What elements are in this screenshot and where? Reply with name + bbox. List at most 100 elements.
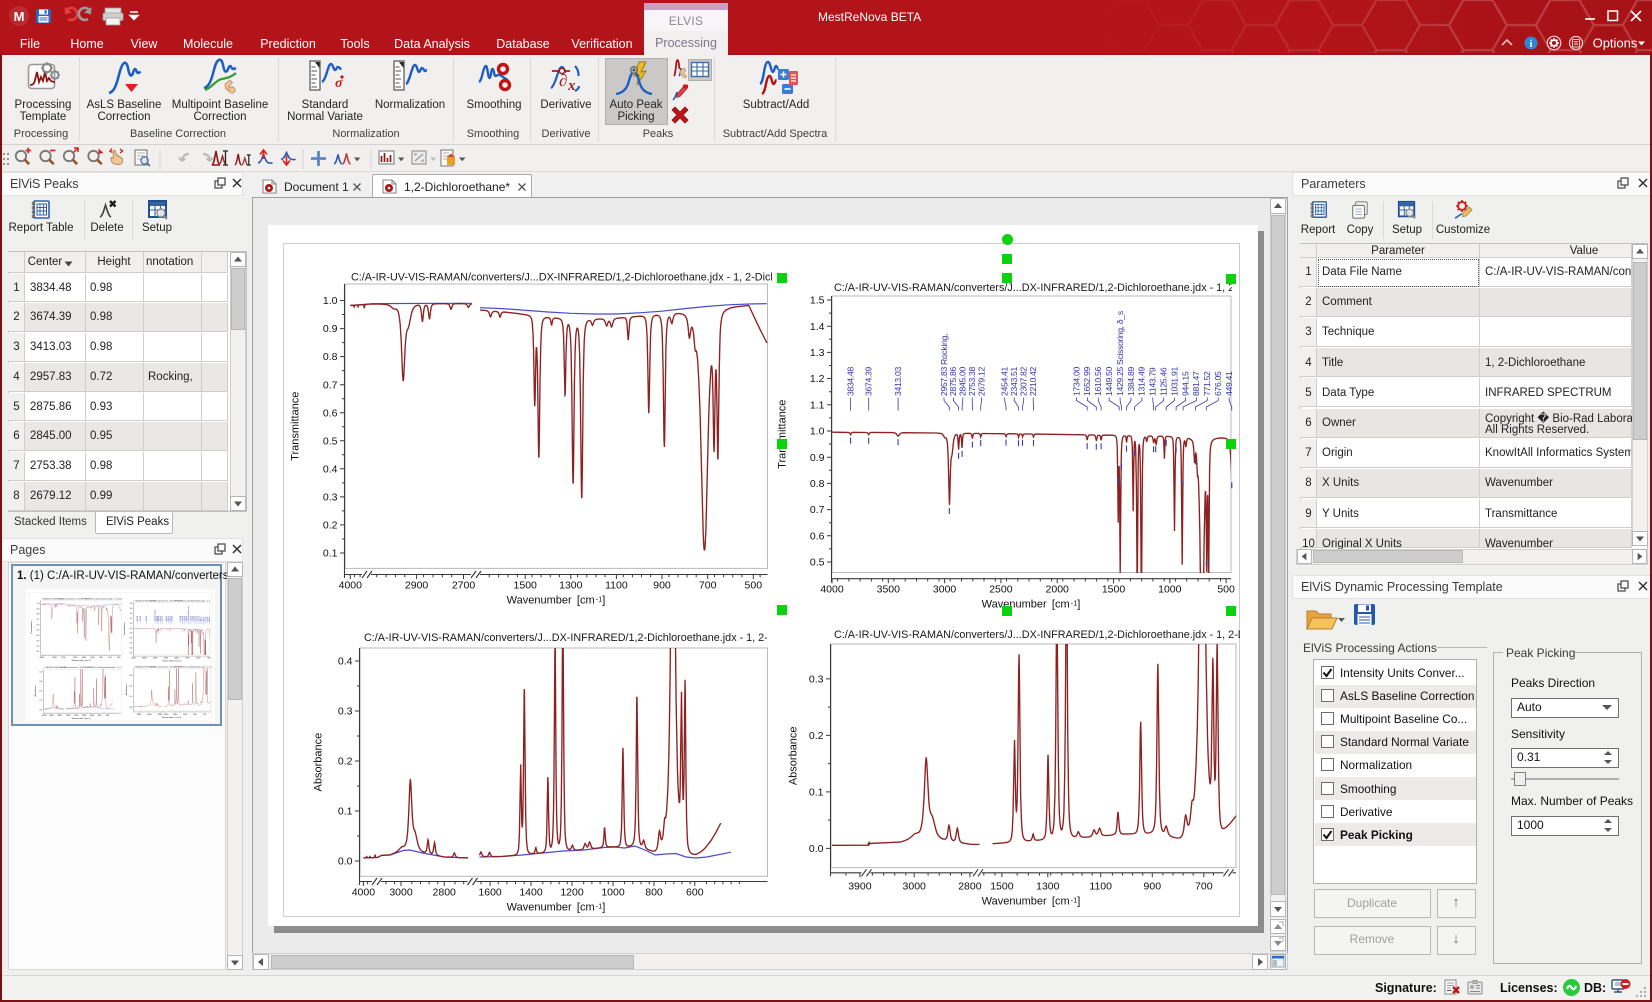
svg-text:0.8: 0.8 bbox=[810, 478, 825, 490]
svg-text:0.2: 0.2 bbox=[809, 730, 824, 742]
svg-text:2700: 2700 bbox=[452, 580, 476, 592]
svg-text:1600: 1600 bbox=[478, 887, 502, 899]
svg-text:Options: Options bbox=[1593, 36, 1638, 51]
svg-text:1.0: 1.0 bbox=[810, 426, 825, 438]
svg-text:2210.42: 2210.42 bbox=[1028, 367, 1038, 396]
svg-text:1449.50: 1449.50 bbox=[1104, 367, 1114, 396]
svg-text:449.41: 449.41 bbox=[1224, 371, 1234, 396]
svg-text:900: 900 bbox=[1144, 881, 1162, 893]
svg-text:3500: 3500 bbox=[877, 584, 901, 596]
svg-text:4000: 4000 bbox=[820, 584, 844, 596]
svg-text:3000: 3000 bbox=[903, 881, 927, 893]
svg-text:Transmittance: Transmittance bbox=[777, 400, 789, 469]
svg-text:500: 500 bbox=[745, 580, 763, 592]
svg-text:1734.00: 1734.00 bbox=[1071, 367, 1081, 396]
svg-text:1652.99: 1652.99 bbox=[1082, 367, 1092, 396]
svg-text:2000: 2000 bbox=[1046, 584, 1070, 596]
svg-text:1100: 1100 bbox=[1089, 881, 1112, 893]
svg-text:0.4: 0.4 bbox=[323, 463, 338, 475]
svg-text:3834.48: 3834.48 bbox=[845, 367, 855, 396]
svg-text:3000: 3000 bbox=[933, 584, 957, 596]
svg-text:900: 900 bbox=[653, 580, 671, 592]
svg-text:2500: 2500 bbox=[989, 584, 1013, 596]
svg-text:1100: 1100 bbox=[605, 580, 628, 592]
svg-text:C:/A-IR-UV-VIS-RAMAN/converter: C:/A-IR-UV-VIS-RAMAN/converters/J...DX-I… bbox=[351, 272, 845, 284]
svg-text:676.05: 676.05 bbox=[1213, 371, 1223, 396]
svg-text:1429.25 Scissoring, δ_s: 1429.25 Scissoring, δ_s bbox=[1115, 311, 1125, 396]
svg-text:1314.49: 1314.49 bbox=[1137, 367, 1147, 396]
svg-text:1500: 1500 bbox=[514, 580, 538, 592]
svg-text:4000: 4000 bbox=[339, 580, 363, 592]
svg-text:500: 500 bbox=[1217, 584, 1235, 596]
svg-text:1610.56: 1610.56 bbox=[1093, 367, 1103, 396]
svg-text:2454.41: 2454.41 bbox=[1000, 367, 1010, 396]
svg-text:0.2: 0.2 bbox=[323, 520, 338, 532]
svg-text:2800: 2800 bbox=[958, 881, 982, 893]
svg-text:4000: 4000 bbox=[352, 887, 376, 899]
svg-text:0.7: 0.7 bbox=[810, 504, 825, 516]
svg-text:1384.89: 1384.89 bbox=[1126, 367, 1136, 396]
svg-text:3413.03: 3413.03 bbox=[893, 367, 903, 396]
svg-text:Absorbance: Absorbance bbox=[788, 726, 800, 785]
svg-text:2343.51: 2343.51 bbox=[1009, 367, 1019, 396]
svg-text:1000: 1000 bbox=[601, 887, 625, 899]
svg-text:0.3: 0.3 bbox=[323, 492, 338, 504]
svg-text:Wavenumber [cm -1]: Wavenumber [cm -1] bbox=[507, 594, 606, 606]
svg-text:1.1: 1.1 bbox=[810, 399, 825, 411]
svg-text:700: 700 bbox=[699, 580, 717, 592]
svg-text:1.0: 1.0 bbox=[323, 295, 338, 307]
svg-text:1031.91: 1031.91 bbox=[1169, 367, 1179, 396]
svg-text:1143.79: 1143.79 bbox=[1148, 367, 1158, 396]
svg-text:2900: 2900 bbox=[405, 580, 429, 592]
svg-text:600: 600 bbox=[686, 887, 704, 899]
svg-text:3674.39: 3674.39 bbox=[864, 367, 874, 396]
svg-text:Absorbance: Absorbance bbox=[313, 733, 325, 792]
svg-text:0.7: 0.7 bbox=[323, 379, 338, 391]
svg-text:0.3: 0.3 bbox=[809, 674, 824, 686]
svg-text:1300: 1300 bbox=[559, 580, 583, 592]
svg-text:0.1: 0.1 bbox=[323, 548, 338, 560]
svg-text:0.5: 0.5 bbox=[810, 557, 825, 569]
svg-text:0.5: 0.5 bbox=[323, 435, 338, 447]
svg-text:1.3: 1.3 bbox=[810, 347, 825, 359]
svg-text:0.9: 0.9 bbox=[810, 452, 825, 464]
svg-text:0.4: 0.4 bbox=[338, 656, 353, 668]
svg-text:Wavenumber [cm -1]: Wavenumber [cm -1] bbox=[507, 901, 606, 913]
svg-text:0.1: 0.1 bbox=[809, 787, 824, 799]
svg-text:Wavenumber [cm -1]: Wavenumber [cm -1] bbox=[982, 895, 1081, 907]
svg-text:0.8: 0.8 bbox=[323, 351, 338, 363]
svg-text:0.1: 0.1 bbox=[338, 806, 353, 818]
svg-text:0.0: 0.0 bbox=[338, 856, 353, 868]
svg-text:1000: 1000 bbox=[1158, 584, 1182, 596]
svg-text:1.4: 1.4 bbox=[810, 321, 825, 333]
svg-text:1500: 1500 bbox=[1102, 584, 1126, 596]
svg-text:∂: ∂ bbox=[559, 71, 567, 90]
svg-text:1400: 1400 bbox=[519, 887, 543, 899]
svg-text:1.5: 1.5 bbox=[810, 295, 825, 307]
svg-text:0.2: 0.2 bbox=[338, 756, 353, 768]
svg-text:2307.82: 2307.82 bbox=[1019, 367, 1029, 396]
svg-text:0.0: 0.0 bbox=[809, 843, 824, 855]
svg-text:0.3: 0.3 bbox=[338, 706, 353, 718]
svg-text:Wavenumber [cm -1]: Wavenumber [cm -1] bbox=[982, 598, 1081, 610]
svg-text:x: x bbox=[567, 78, 576, 94]
svg-text:1125.46: 1125.46 bbox=[1159, 367, 1169, 396]
svg-text:0.6: 0.6 bbox=[323, 407, 338, 419]
svg-text:881.47: 881.47 bbox=[1191, 371, 1201, 396]
svg-text:1300: 1300 bbox=[1036, 881, 1060, 893]
svg-text:0.6: 0.6 bbox=[810, 530, 825, 542]
svg-text:2679.12: 2679.12 bbox=[976, 367, 986, 396]
svg-text:Transmittance: Transmittance bbox=[290, 392, 302, 461]
svg-text:944.15: 944.15 bbox=[1180, 371, 1190, 396]
svg-text:1200: 1200 bbox=[560, 887, 584, 899]
svg-text:3000: 3000 bbox=[389, 887, 413, 899]
svg-text:1500: 1500 bbox=[990, 881, 1014, 893]
svg-text:M: M bbox=[14, 9, 25, 24]
svg-text:700: 700 bbox=[1195, 881, 1213, 893]
svg-text:0.9: 0.9 bbox=[323, 323, 338, 335]
svg-text:1.2: 1.2 bbox=[810, 373, 825, 385]
svg-text:3900: 3900 bbox=[848, 881, 872, 893]
svg-text:800: 800 bbox=[645, 887, 663, 899]
svg-text:2800: 2800 bbox=[433, 887, 457, 899]
svg-text:i: i bbox=[1530, 39, 1533, 50]
